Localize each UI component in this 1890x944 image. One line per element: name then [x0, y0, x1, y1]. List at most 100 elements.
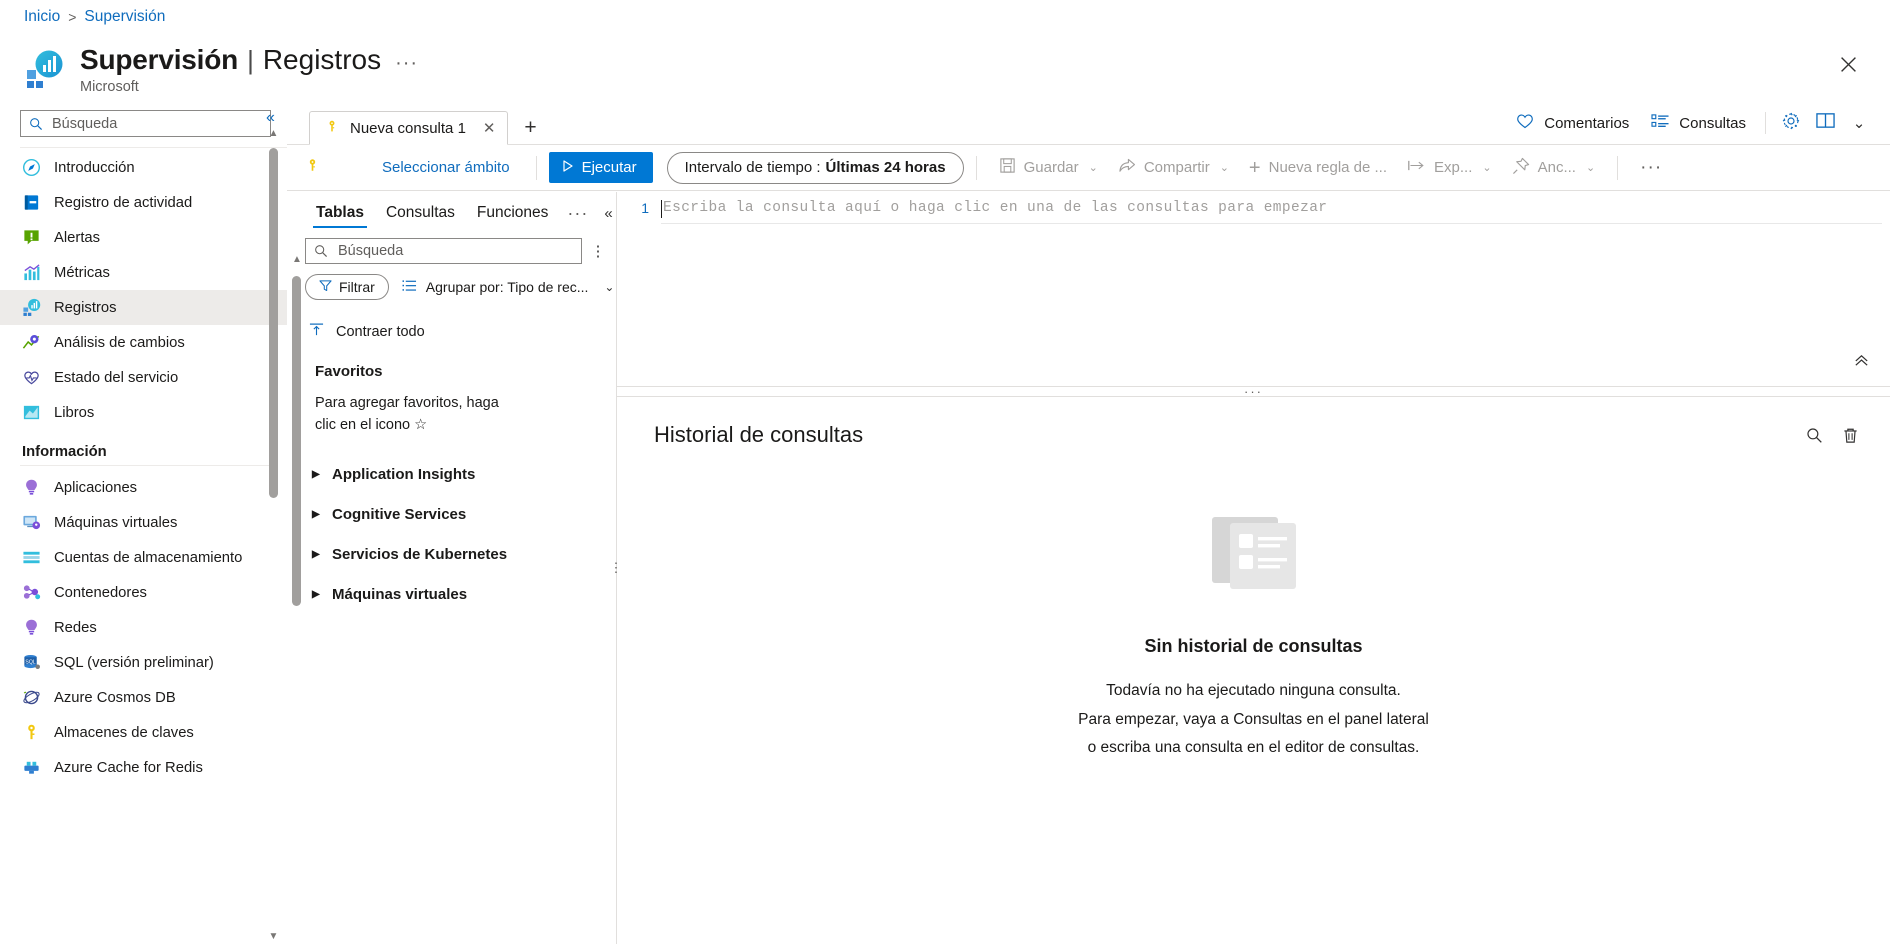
line-number: 1: [641, 200, 649, 216]
sidebar-scrollbar[interactable]: [269, 142, 278, 926]
schema-tabs: Tablas Consultas Funciones ··· «: [287, 192, 616, 234]
query-history-header: Historial de consultas: [617, 397, 1890, 451]
sidebar-scroll-down-icon[interactable]: ▼: [268, 931, 279, 942]
command-more-button[interactable]: ···: [1630, 157, 1672, 179]
tree-item-application-insights[interactable]: ▶ Application Insights: [287, 459, 616, 490]
schema-collapse-button[interactable]: «: [598, 205, 618, 222]
query-tab-close-icon[interactable]: ✕: [483, 119, 496, 137]
chevron-right-icon[interactable]: ▶: [312, 549, 320, 560]
new-alert-rule-button[interactable]: + Nueva regla de ...: [1239, 152, 1397, 184]
tree-item-cognitive-services[interactable]: ▶ Cognitive Services: [287, 499, 616, 530]
sidebar-item-introduccion[interactable]: Introducción: [0, 150, 287, 185]
page-title-more-button[interactable]: ···: [395, 52, 418, 75]
sidebar-item-cuentas-de-almacenamiento[interactable]: Cuentas de almacenamiento: [0, 540, 287, 575]
pin-button[interactable]: Anc... ⌄: [1502, 152, 1606, 184]
schema-tabs-more-button[interactable]: ···: [559, 203, 596, 224]
tree-item-maquinas-virtuales[interactable]: ▶ Máquinas virtuales: [287, 579, 616, 610]
queries-button[interactable]: Consultas: [1640, 107, 1757, 139]
sidebar-section-informacion: Información: [22, 444, 107, 460]
sidebar-item-label: Máquinas virtuales: [54, 514, 178, 531]
schema-scroll-up-icon[interactable]: ▲: [292, 254, 302, 265]
time-range-picker[interactable]: Intervalo de tiempo : Últimas 24 horas: [666, 151, 964, 184]
filter-button[interactable]: Filtrar: [305, 274, 389, 300]
schema-search-placeholder: Búsqueda: [338, 243, 404, 259]
sidebar-item-label: Estado del servicio: [54, 369, 179, 386]
horizontal-resize-handle[interactable]: ···: [617, 384, 1890, 399]
gear-icon: [1781, 111, 1801, 136]
layout-chevron-button[interactable]: ⌄: [1842, 107, 1876, 139]
collapse-all-button[interactable]: Contraer todo: [287, 300, 616, 341]
schema-search-input[interactable]: Búsqueda: [305, 238, 582, 264]
sidebar-item-sql[interactable]: SQL SQL (versión preliminar): [0, 645, 287, 680]
feedback-button[interactable]: Comentarios: [1504, 107, 1640, 139]
body-split: Tablas Consultas Funciones ··· « Búsqued…: [287, 192, 1890, 944]
chevron-right-icon[interactable]: ▶: [312, 469, 320, 480]
sidebar-item-estado-del-servicio[interactable]: Estado del servicio: [0, 360, 287, 395]
chevron-down-icon[interactable]: ⌄: [604, 280, 614, 294]
query-editor[interactable]: 1 Escriba la consulta aquí o haga clic e…: [617, 192, 1890, 387]
schema-panel: Tablas Consultas Funciones ··· « Búsqued…: [287, 192, 623, 944]
sidebar-item-azure-cosmos-db[interactable]: Azure Cosmos DB: [0, 680, 287, 715]
breadcrumb-home[interactable]: Inicio: [24, 8, 60, 26]
query-tab[interactable]: Nueva consulta 1 ✕: [309, 111, 509, 145]
sidebar-item-azure-cache-for-redis[interactable]: Azure Cache for Redis: [0, 750, 287, 785]
plus-icon: +: [1248, 156, 1261, 179]
filter-icon: [319, 279, 332, 295]
list-icon: [1651, 113, 1670, 134]
close-icon: [1840, 56, 1856, 72]
tree-item-servicios-de-kubernetes[interactable]: ▶ Servicios de Kubernetes: [287, 539, 616, 570]
share-label: Compartir: [1143, 159, 1210, 176]
breadcrumb-current[interactable]: Supervisión: [84, 8, 165, 26]
sidebar-item-registro-de-actividad[interactable]: Registro de actividad: [0, 185, 287, 220]
layout-button[interactable]: [1808, 107, 1842, 139]
sidebar-item-label: Contenedores: [54, 584, 147, 601]
editor-collapse-button[interactable]: [1849, 348, 1874, 378]
history-search-button[interactable]: [1798, 419, 1830, 451]
query-editor-placeholder: Escriba la consulta aquí o haga clic en …: [663, 200, 1328, 216]
sidebar-item-registros[interactable]: Registros: [0, 290, 287, 325]
heart-icon: [1515, 112, 1535, 134]
sidebar-item-aplicaciones[interactable]: Aplicaciones: [0, 470, 287, 505]
settings-button[interactable]: [1774, 107, 1808, 139]
tree-item-label: Servicios de Kubernetes: [332, 545, 508, 563]
sidebar-item-redes[interactable]: Redes: [0, 610, 287, 645]
filter-label: Filtrar: [339, 279, 375, 295]
sidebar-item-analisis-de-cambios[interactable]: Análisis de cambios: [0, 325, 287, 360]
schema-scrollbar-thumb[interactable]: [292, 276, 301, 606]
sidebar-scrollbar-thumb[interactable]: [269, 148, 278, 498]
group-by-button[interactable]: Agrupar por: Tipo de rec... ⌄: [402, 279, 614, 296]
schema-tab-funciones[interactable]: Funciones: [466, 192, 560, 234]
sidebar-item-almacenes-de-claves[interactable]: Almacenes de claves: [0, 715, 287, 750]
chevron-right-icon[interactable]: ▶: [312, 589, 320, 600]
chevron-down-icon: ⌄: [1219, 162, 1229, 174]
scope-selector[interactable]: Seleccionar ámbito: [305, 157, 524, 179]
sidebar-item-libros[interactable]: Libros: [0, 395, 287, 430]
save-button[interactable]: Guardar ⌄: [989, 152, 1108, 184]
add-query-tab-button[interactable]: +: [514, 111, 546, 145]
collapse-all-icon: [309, 322, 324, 341]
query-history-panel: Historial de consultas Sin historial de …: [617, 397, 1890, 944]
export-button[interactable]: Exp... ⌄: [1397, 152, 1502, 184]
history-delete-button[interactable]: [1834, 419, 1866, 451]
sidebar-item-alertas[interactable]: Alertas: [0, 220, 287, 255]
schema-tab-tablas[interactable]: Tablas: [305, 192, 375, 234]
run-query-button[interactable]: Ejecutar: [548, 152, 653, 183]
sidebar-item-contenedores[interactable]: Contenedores: [0, 575, 287, 610]
sidebar-collapse-button[interactable]: «: [262, 106, 279, 130]
chevron-right-icon[interactable]: ▶: [312, 509, 320, 520]
sidebar-item-maquinas-virtuales[interactable]: Máquinas virtuales: [0, 505, 287, 540]
schema-scrollbar[interactable]: ▲: [292, 254, 302, 938]
schema-tab-consultas[interactable]: Consultas: [375, 192, 466, 234]
empty-history-description: Todavía no ha ejecutado ninguna consulta…: [1078, 677, 1429, 763]
share-button[interactable]: Compartir ⌄: [1108, 152, 1239, 184]
query-editor-line: 1 Escriba la consulta aquí o haga clic e…: [617, 192, 1890, 218]
sidebar-search-input[interactable]: Búsqueda: [20, 110, 271, 137]
sidebar-item-metricas[interactable]: Métricas: [0, 255, 287, 290]
schema-options-button[interactable]: ⋮: [588, 238, 608, 264]
sidebar: Búsqueda Introducción Registro de activi…: [0, 102, 287, 944]
scope-selector-label[interactable]: Seleccionar ámbito: [382, 159, 510, 176]
close-blade-button[interactable]: [1832, 48, 1864, 80]
monitor-logs-icon: [24, 48, 66, 90]
main-content: Nueva consulta 1 ✕ + Comentarios Consult…: [287, 102, 1890, 944]
sidebar-item-label: Registro de actividad: [54, 194, 193, 211]
